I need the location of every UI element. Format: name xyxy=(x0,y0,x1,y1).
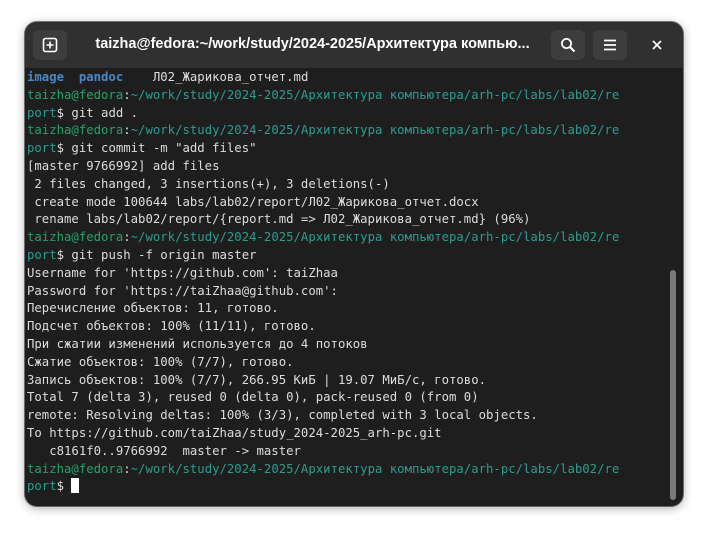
terminal-line: port$ git push -f origin master xyxy=(27,247,671,265)
terminal-text-segment: : xyxy=(123,87,131,102)
terminal-line: image pandoc Л02_Жарикова_отчет.md xyxy=(27,69,671,87)
terminal-text-segment: Total 7 (delta 3), reused 0 (delta 0), p… xyxy=(27,390,479,405)
close-icon xyxy=(652,40,662,50)
terminal-text-segment: $ xyxy=(56,479,72,494)
terminal-text-segment: ~/work/study/2024-2025/Архитектура компь… xyxy=(130,123,620,138)
terminal-text-segment: Перечисление объектов: 11, готово. xyxy=(27,301,279,316)
terminal-text-segment: Username for 'https://github.com': taiZh… xyxy=(27,265,338,280)
terminal-text-segment: rename labs/lab02/report/{report.md => Л… xyxy=(27,212,531,227)
terminal-line: Total 7 (delta 3), reused 0 (delta 0), p… xyxy=(27,389,671,407)
terminal-text-segment: port xyxy=(27,479,57,494)
terminal-line: taizha@fedora:~/work/study/2024-2025/Арх… xyxy=(27,461,671,479)
terminal-text-segment: port xyxy=(27,141,57,156)
terminal-text-segment: Подсчет объектов: 100% (11/11), готово. xyxy=(27,319,316,334)
terminal-text-segment: [master 9766992] add files xyxy=(27,158,220,173)
terminal-text-segment: pandoc xyxy=(78,70,124,84)
window-title: taizha@fedora:~/work/study/2024-2025/Арх… xyxy=(95,36,530,52)
terminal-text-segment: To https://github.com/taiZhaa/study_2024… xyxy=(27,425,442,440)
terminal-text-segment: image xyxy=(27,70,65,84)
terminal-text-segment: Password for 'https://taiZhaa@github.com… xyxy=(27,283,338,298)
menu-button[interactable] xyxy=(593,30,627,60)
terminal-line: [master 9766992] add files xyxy=(27,158,671,176)
headerbar: taizha@fedora:~/work/study/2024-2025/Арх… xyxy=(25,22,683,69)
terminal-line: 2 files changed, 3 insertions(+), 3 dele… xyxy=(27,176,671,194)
new-tab-icon xyxy=(42,37,58,53)
terminal-text-segment: $ git add . xyxy=(56,105,139,120)
terminal-text-segment: При сжатии изменений используется до 4 п… xyxy=(27,336,368,351)
terminal-text-segment: Л02_Жарикова_отчет.md xyxy=(123,70,309,84)
terminal-text-segment: : xyxy=(123,123,131,138)
terminal-text-segment: : xyxy=(123,230,131,245)
terminal-text-segment: ~/work/study/2024-2025/Архитектура компь… xyxy=(130,461,620,476)
terminal-output[interactable]: image pandoc Л02_Жарикова_отчет.md taizha… xyxy=(25,69,671,506)
terminal-line: rename labs/lab02/report/{report.md => Л… xyxy=(27,211,671,229)
scrollbar[interactable] xyxy=(670,270,676,500)
terminal-text-segment: 2 files changed, 3 insertions(+), 3 dele… xyxy=(27,176,390,191)
terminal-text-segment: port xyxy=(27,247,57,262)
hamburger-menu-icon xyxy=(602,37,618,53)
terminal-line: create mode 100644 labs/lab02/report/Л02… xyxy=(27,194,671,212)
terminal-line: Перечисление объектов: 11, готово. xyxy=(27,300,671,318)
terminal-text-segment: remote: Resolving deltas: 100% (3/3), co… xyxy=(27,408,538,423)
search-icon xyxy=(560,37,576,53)
terminal-line: port$ git commit -m "add files" xyxy=(27,140,671,158)
terminal-line: taizha@fedora:~/work/study/2024-2025/Арх… xyxy=(27,87,671,105)
search-button[interactable] xyxy=(551,30,585,60)
terminal-line: taizha@fedora:~/work/study/2024-2025/Арх… xyxy=(27,122,671,140)
terminal-line: Запись объектов: 100% (7/7), 266.95 КиБ … xyxy=(27,372,671,390)
terminal-line: c8161f0..9766992 master -> master xyxy=(27,443,671,461)
terminal-line: При сжатии изменений используется до 4 п… xyxy=(27,336,671,354)
terminal-text-segment: taizha@fedora xyxy=(27,123,124,138)
terminal-text-segment: : xyxy=(123,461,131,476)
terminal-line: Сжатие объектов: 100% (7/7), готово. xyxy=(27,354,671,372)
terminal-text-segment: ~/work/study/2024-2025/Архитектура компь… xyxy=(130,230,620,245)
close-button[interactable] xyxy=(645,33,669,57)
terminal-text-segment: create mode 100644 labs/lab02/report/Л02… xyxy=(27,194,479,209)
terminal-text-segment: ~/work/study/2024-2025/Архитектура компь… xyxy=(130,87,620,102)
text-cursor xyxy=(71,478,80,494)
terminal-text-segment: Запись объектов: 100% (7/7), 266.95 КиБ … xyxy=(27,372,487,387)
new-tab-button[interactable] xyxy=(33,30,67,60)
terminal-line: To https://github.com/taiZhaa/study_2024… xyxy=(27,425,671,443)
terminal-line: taizha@fedora:~/work/study/2024-2025/Арх… xyxy=(27,229,671,247)
terminal-text-segment: $ git commit -m "add files" xyxy=(56,141,257,156)
terminal-line: Password for 'https://taiZhaa@github.com… xyxy=(27,283,671,301)
terminal-window: taizha@fedora:~/work/study/2024-2025/Арх… xyxy=(25,22,683,506)
terminal-line: remote: Resolving deltas: 100% (3/3), co… xyxy=(27,407,671,425)
terminal-line: port$ xyxy=(27,478,671,496)
terminal-text-segment: taizha@fedora xyxy=(27,230,124,245)
terminal-line: port$ git add . xyxy=(27,105,671,123)
terminal-line: Username for 'https://github.com': taiZh… xyxy=(27,265,671,283)
terminal-text-segment: taizha@fedora xyxy=(27,87,124,102)
terminal-text-segment: taizha@fedora xyxy=(27,461,124,476)
terminal-text-segment: c8161f0..9766992 master -> master xyxy=(27,443,301,458)
terminal-text-segment: $ git push -f origin master xyxy=(56,247,257,262)
terminal-text-segment: Сжатие объектов: 100% (7/7), готово. xyxy=(27,354,294,369)
terminal-line: Подсчет объектов: 100% (11/11), готово. xyxy=(27,318,671,336)
terminal-text-segment: port xyxy=(27,105,57,120)
